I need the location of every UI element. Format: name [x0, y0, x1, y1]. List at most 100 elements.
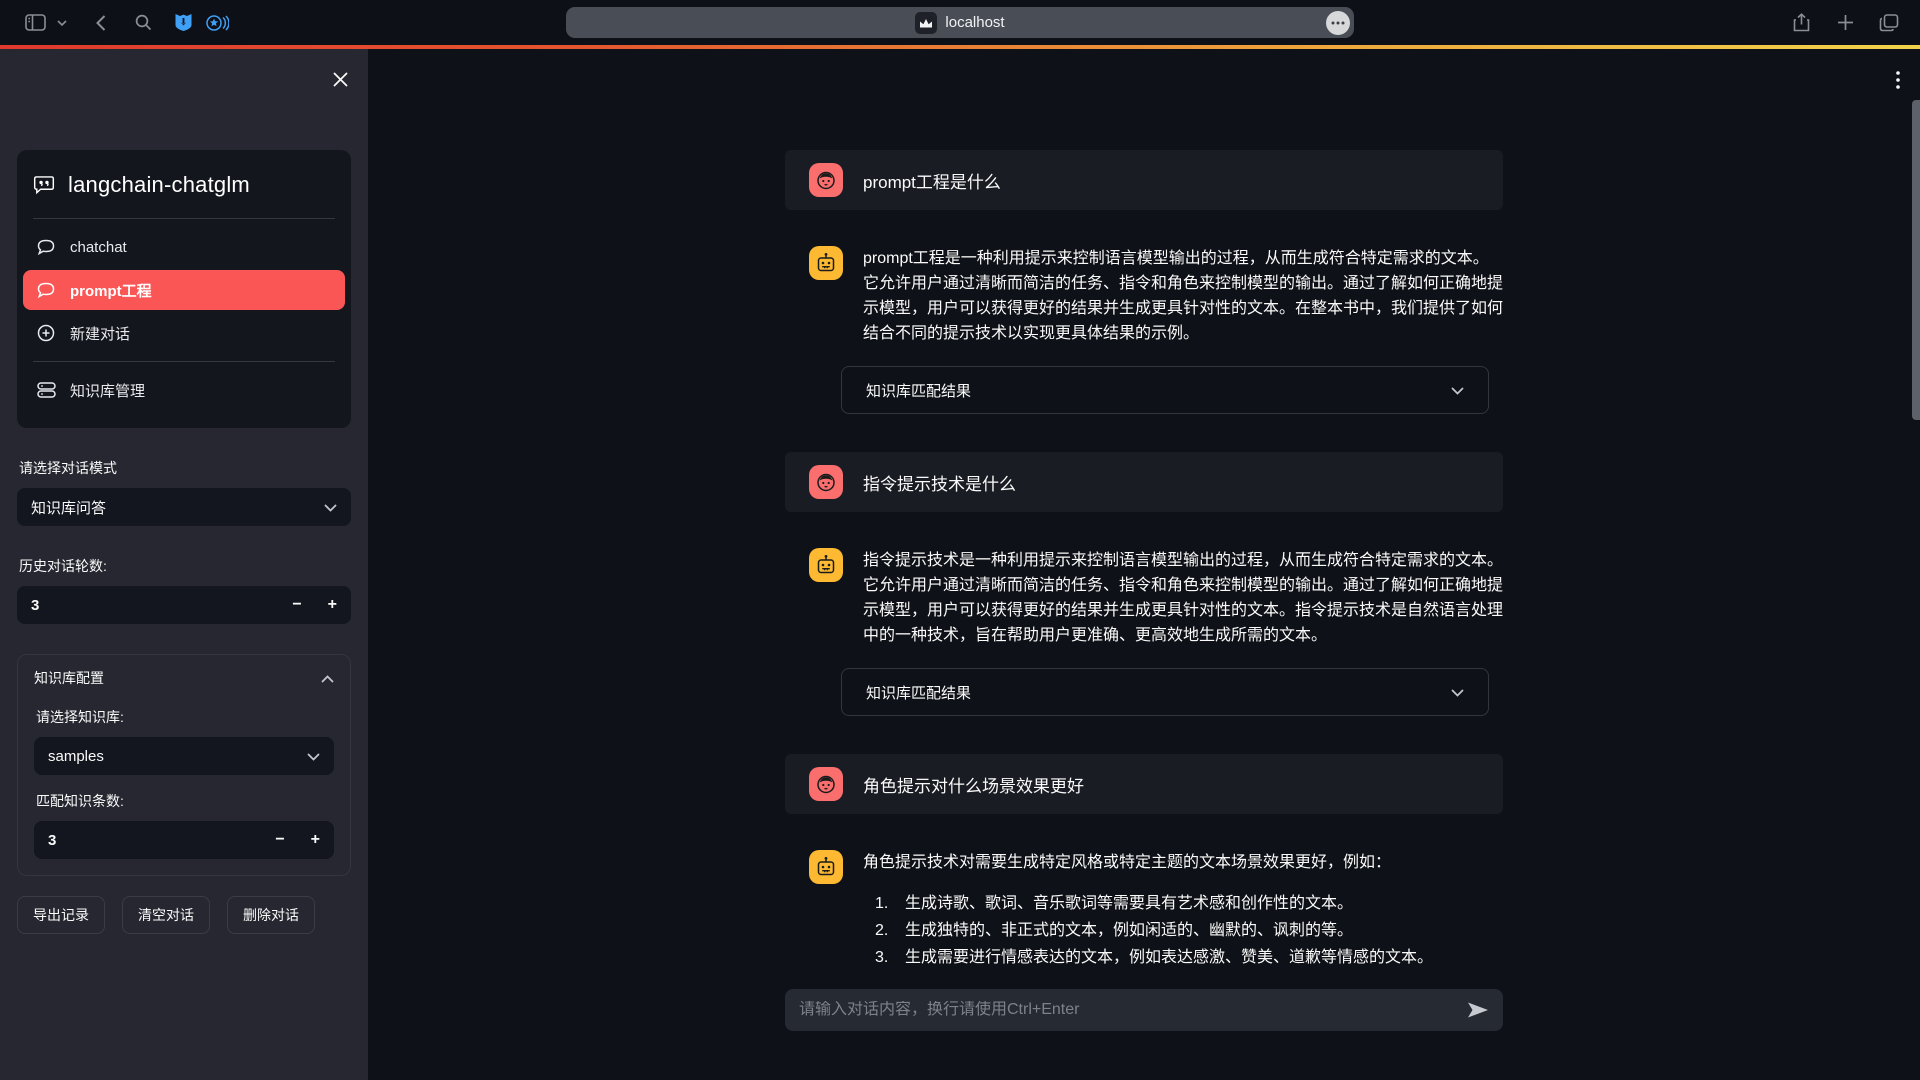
user-avatar [809, 163, 843, 197]
list-item-text: 生成诗歌、歌词、音乐歌词等需要具有艺术感和创作性的文本。 [905, 890, 1433, 917]
user-message-text: prompt工程是什么 [863, 168, 1001, 193]
chat-input[interactable] [799, 1001, 1457, 1019]
chat-input-container [785, 989, 1503, 1031]
site-favicon [915, 12, 937, 34]
assistant-message-text: prompt工程是一种利用提示来控制语言模型输出的过程，从而生成符合特定需求的文… [863, 246, 1503, 346]
user-avatar [809, 465, 843, 499]
kb-match-expander[interactable]: 知识库匹配结果 [841, 668, 1489, 716]
nav-item-label: chatchat [70, 239, 127, 256]
mode-label: 请选择对话模式 [19, 458, 349, 478]
new-tab-icon[interactable] [1828, 8, 1862, 38]
back-icon[interactable] [84, 8, 118, 38]
user-message: prompt工程是什么 [785, 150, 1503, 210]
assistant-message-list: 1. 生成诗歌、歌词、音乐歌词等需要具有艺术感和创作性的文本。 2. 生成独特的… [863, 890, 1433, 971]
chevron-down-icon [324, 499, 337, 516]
scrollbar[interactable] [1912, 100, 1920, 420]
assistant-avatar [809, 548, 843, 582]
chevron-up-icon [321, 670, 334, 686]
assistant-message-text: 指令提示技术是一种利用提示来控制语言模型输出的过程，从而生成符合特定需求的文本。… [863, 548, 1503, 648]
mode-select[interactable]: 知识库问答 [17, 488, 351, 526]
history-minus-button[interactable]: − [292, 596, 301, 614]
focus-extension-icon[interactable] [200, 8, 234, 38]
list-item-number: 1. [875, 890, 905, 917]
nav-item-chatchat[interactable]: chatchat [33, 229, 335, 265]
list-item-number: 3. [875, 944, 905, 971]
nav-item-label: 新建对话 [70, 323, 130, 344]
assistant-message: 指令提示技术是一种利用提示来控制语言模型输出的过程，从而生成符合特定需求的文本。… [785, 548, 1503, 648]
nav-item-label: 知识库管理 [70, 380, 145, 401]
kb-match-expander-label: 知识库匹配结果 [866, 682, 971, 703]
kb-config-expander: 知识库配置 请选择知识库: samples 匹配知识条数: 3 [17, 654, 351, 876]
kb-match-expander-label: 知识库匹配结果 [866, 380, 971, 401]
history-label: 历史对话轮数: [19, 556, 349, 576]
clear-chat-button[interactable]: 清空对话 [122, 896, 210, 934]
chevron-down-icon [307, 748, 320, 765]
nav-item-new-chat[interactable]: 新建对话 [33, 315, 335, 351]
history-number-input[interactable]: 3 − + [17, 586, 351, 624]
assistant-message: 角色提示技术对需要生成特定风格或特定主题的文本场景效果更好，例如： 1. 生成诗… [785, 850, 1503, 971]
speech-bubble-icon [35, 282, 57, 299]
user-message: 角色提示对什么场景效果更好 [785, 754, 1503, 814]
nav-card: langchain-chatglm chatchat prompt工程 [17, 150, 351, 428]
search-icon[interactable] [126, 8, 160, 38]
nav-item-label: prompt工程 [70, 280, 152, 301]
kb-select-label: 请选择知识库: [36, 707, 332, 727]
app-title: langchain-chatglm [68, 172, 250, 198]
list-item: 2. 生成独特的、非正式的文本，例如闲适的、幽默的、讽刺的等。 [863, 917, 1433, 944]
chevron-down-icon [1451, 684, 1464, 701]
chat-logo-icon [33, 173, 55, 197]
kb-select[interactable]: samples [34, 737, 334, 775]
list-item: 1. 生成诗歌、歌词、音乐歌词等需要具有艺术感和创作性的文本。 [863, 890, 1433, 917]
topk-number-input[interactable]: 3 − + [34, 821, 334, 859]
kb-select-value: samples [48, 748, 104, 765]
assistant-avatar [809, 850, 843, 884]
speech-bubble-icon [35, 239, 57, 256]
nav-item-kb-manage[interactable]: 知识库管理 [33, 372, 335, 408]
chevron-down-icon [1451, 382, 1464, 399]
chat-area: prompt工程是什么 prompt工程是一种利用提示来控制语言模型输出的过程，… [785, 49, 1503, 1031]
list-item-number: 2. [875, 917, 905, 944]
topk-value: 3 [48, 832, 56, 849]
database-icon [35, 382, 57, 398]
app-title-row: langchain-chatglm [33, 166, 335, 208]
url-text: localhost [945, 14, 1004, 31]
share-icon[interactable] [1784, 8, 1818, 38]
divider [33, 218, 335, 219]
divider [33, 361, 335, 362]
user-message-text: 指令提示技术是什么 [863, 470, 1016, 495]
kb-config-title: 知识库配置 [34, 668, 104, 688]
main-menu-icon[interactable] [1896, 71, 1900, 94]
export-history-button[interactable]: 导出记录 [17, 896, 105, 934]
kb-match-expander[interactable]: 知识库匹配结果 [841, 366, 1489, 414]
sidebar-toggle-icon[interactable] [18, 8, 52, 38]
main-area: prompt工程是什么 prompt工程是一种利用提示来控制语言模型输出的过程，… [368, 49, 1920, 1080]
topk-plus-button[interactable]: + [311, 831, 320, 849]
nav-item-prompt-engineering[interactable]: prompt工程 [23, 270, 345, 310]
browser-chrome: localhost [0, 0, 1920, 45]
assistant-avatar [809, 246, 843, 280]
sidebar: langchain-chatglm chatchat prompt工程 [0, 49, 368, 1080]
tab-overview-icon[interactable] [1872, 8, 1906, 38]
topk-label: 匹配知识条数: [36, 791, 332, 811]
mode-select-value: 知识库问答 [31, 497, 106, 518]
sidebar-toggle-chevron-icon[interactable] [52, 8, 72, 38]
list-item: 3. 生成需要进行情感表达的文本，例如表达感激、赞美、道歉等情感的文本。 [863, 944, 1433, 971]
delete-chat-button[interactable]: 删除对话 [227, 896, 315, 934]
history-value: 3 [31, 597, 39, 614]
history-plus-button[interactable]: + [328, 596, 337, 614]
user-avatar [809, 767, 843, 801]
close-sidebar-icon[interactable] [328, 67, 352, 91]
assistant-message-text: 角色提示技术对需要生成特定风格或特定主题的文本场景效果更好，例如： [863, 850, 1433, 875]
list-item-text: 生成独特的、非正式的文本，例如闲适的、幽默的、讽刺的等。 [905, 917, 1433, 944]
plus-circle-icon [35, 324, 57, 342]
list-item-text: 生成需要进行情感表达的文本，例如表达感激、赞美、道歉等情感的文本。 [905, 944, 1433, 971]
user-message: 指令提示技术是什么 [785, 452, 1503, 512]
topk-minus-button[interactable]: − [275, 831, 284, 849]
adblock-extension-icon[interactable] [166, 8, 200, 38]
address-bar[interactable]: localhost [566, 7, 1354, 38]
page-options-icon[interactable] [1326, 11, 1350, 35]
send-icon[interactable] [1467, 1002, 1489, 1018]
user-message-text: 角色提示对什么场景效果更好 [863, 772, 1084, 797]
kb-config-expander-header[interactable]: 知识库配置 [34, 655, 334, 701]
sidebar-actions: 导出记录 清空对话 删除对话 [17, 896, 351, 934]
